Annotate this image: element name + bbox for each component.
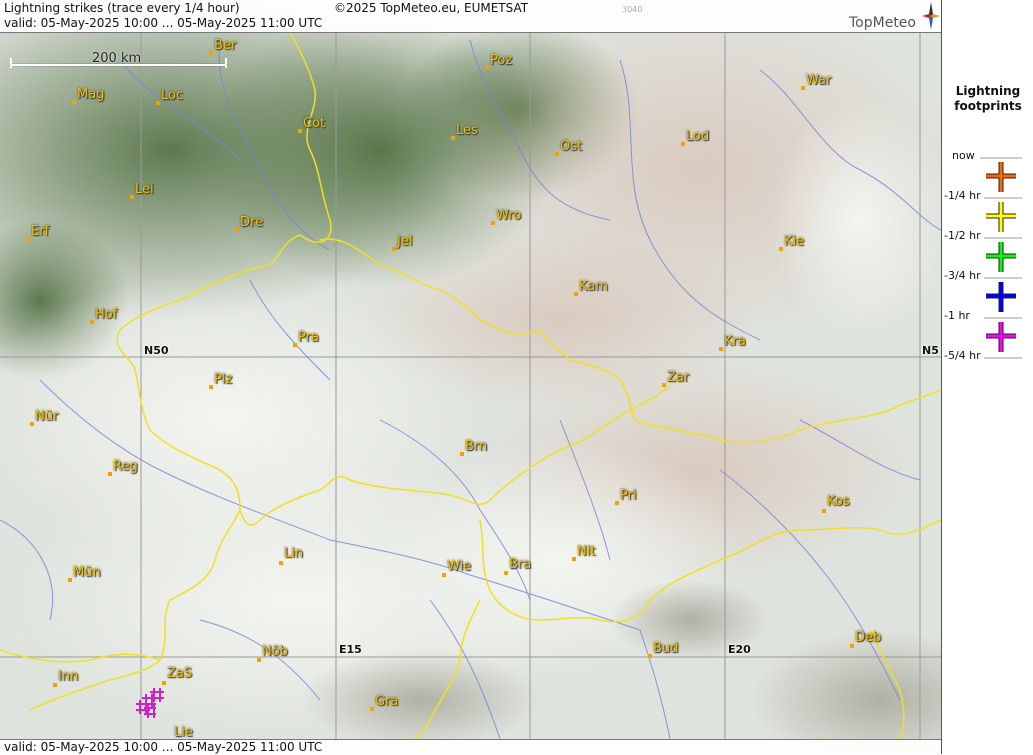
city-label: Kra (724, 334, 746, 349)
city-label: Inn (58, 669, 79, 684)
city-label: Zar (667, 370, 690, 385)
strike-marks (136, 688, 164, 718)
compass-logo-icon (922, 2, 940, 30)
city-label: Kos (827, 494, 850, 509)
city-label: Dre (240, 215, 264, 230)
city-label: ZaS (167, 666, 193, 681)
map-header: Lightning strikes (trace every 1/4 hour)… (0, 0, 941, 33)
city-label: Ber (214, 38, 237, 53)
city-label: Ost (560, 139, 583, 154)
brand-logo-text[interactable]: TopMeteo (849, 15, 916, 31)
cross-q3-icon (986, 282, 1016, 312)
city-label: Erf (31, 224, 50, 239)
grid-label-n5: N5 (922, 344, 939, 357)
city-label: Pri (620, 488, 637, 503)
city-label: Hof (95, 307, 118, 322)
city-label: Mag (77, 87, 105, 102)
city-label: Deb (855, 630, 882, 645)
city-label: Plz (214, 372, 233, 387)
city-label: Bra (509, 557, 532, 572)
map-canvas (0, 0, 941, 754)
scale-bar: 200 km (10, 51, 227, 68)
city-label: Lie (174, 725, 193, 740)
city-label: Nöb (262, 644, 288, 659)
cross-q1-icon (986, 202, 1016, 232)
legend-panel: Lightning footprints now -1/4 hr -1/2 hr… (941, 0, 1033, 754)
city-label: Wro (496, 208, 522, 223)
copyright: ©2025 TopMeteo.eu, EUMETSAT (334, 1, 529, 15)
cross-now-icon (986, 162, 1016, 192)
city-label: Reg (113, 459, 138, 474)
city-label: Lod (686, 129, 710, 144)
city-label: Loc (161, 88, 184, 103)
legend-title: Lightning footprints (942, 84, 1033, 114)
city-label: Brn (465, 439, 488, 454)
city-label: Mün (73, 565, 101, 580)
city-label: Nür (35, 409, 59, 424)
city-label: Pra (298, 330, 319, 345)
satellite-map[interactable]: 200 km N50 N5 E15 E20 Ber Poz War Mag Lo… (0, 0, 941, 754)
grid-label-e20: E20 (728, 643, 751, 656)
legend-title-line-2: footprints (954, 99, 1022, 113)
grid-label-e15: E15 (339, 643, 362, 656)
map-footer: valid: 05-May-2025 10:00 ... 05-May-2025… (0, 739, 941, 755)
lightning-strikes (136, 688, 164, 718)
map-title: Lightning strikes (trace every 1/4 hour) (4, 1, 240, 15)
city-label: Wie (447, 559, 472, 574)
city-label: War (806, 73, 832, 88)
legend-symbols (980, 157, 1022, 359)
city-label: Poz (490, 53, 513, 68)
valid-range-footer: valid: 05-May-2025 10:00 ... 05-May-2025… (4, 740, 323, 754)
city-label: Kam (579, 279, 608, 294)
cross-q4-icon (986, 322, 1016, 352)
city-label: Kie (784, 234, 805, 249)
city-label: Les (456, 123, 478, 138)
city-label: Lei (135, 182, 154, 197)
legend-title-line-1: Lightning (955, 84, 1021, 98)
city-label: Bud (653, 641, 679, 656)
city-label: Lin (284, 546, 304, 561)
map-code: 3040 (622, 5, 643, 14)
city-label: Cot (303, 116, 326, 131)
grid-label-n50: N50 (144, 344, 169, 357)
cross-q2-icon (986, 242, 1016, 272)
city-label: Nit (577, 544, 596, 559)
city-label: Gra (375, 694, 399, 709)
valid-range: valid: 05-May-2025 10:00 ... 05-May-2025… (4, 16, 323, 30)
scale-label: 200 km (92, 51, 142, 66)
city-label: Jel (397, 234, 413, 249)
